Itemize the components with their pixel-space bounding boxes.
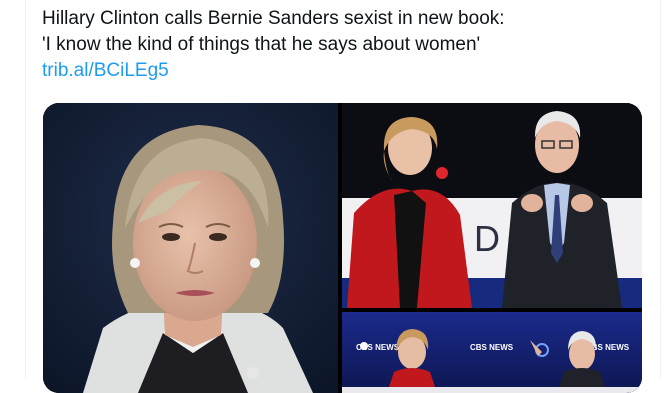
portrait-photo-graphic: [43, 103, 338, 393]
debate-photo-graphic: D: [342, 103, 642, 308]
tweet-link[interactable]: trib.al/BCiLEg5: [42, 58, 662, 84]
timeline-left-border: [25, 0, 26, 378]
media-photo-3[interactable]: CBS NEWS CBS NEWS CBS NEWS: [342, 312, 642, 393]
tweet-text-line-1: Hillary Clinton calls Bernie Sanders sex…: [42, 8, 505, 29]
stage-backdrop-letter: D: [474, 218, 500, 259]
news-logo-2: CBS NEWS: [470, 343, 514, 352]
tweet-media-grid: D CBS NEWS CBS NEWS CBS NEWS: [43, 103, 642, 393]
media-photo-1[interactable]: [43, 103, 338, 393]
tweet-text: Hillary Clinton calls Bernie Sanders sex…: [42, 6, 662, 84]
news-logo-1: CBS NEWS: [356, 343, 400, 352]
news-photo-graphic: CBS NEWS CBS NEWS CBS NEWS: [342, 312, 642, 393]
tweet-text-line-2: 'I know the kind of things that he says …: [42, 34, 481, 55]
media-photo-2[interactable]: D: [342, 103, 642, 308]
